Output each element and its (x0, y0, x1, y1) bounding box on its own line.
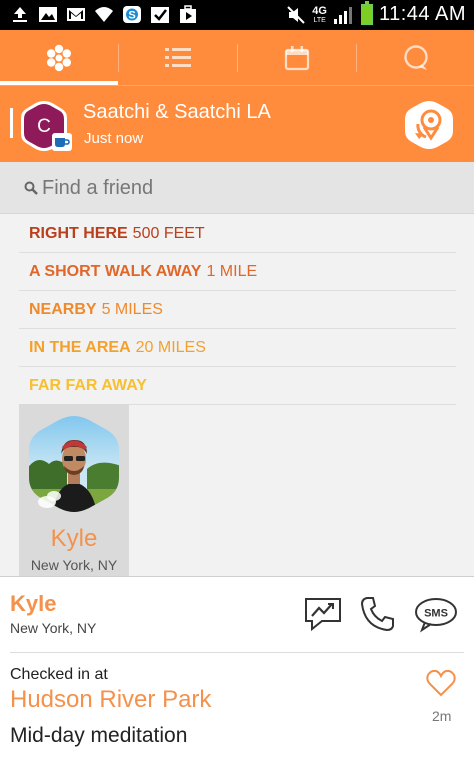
distance-value: 5 MILES (101, 300, 163, 318)
wifi-icon (95, 7, 113, 22)
play-store-icon (180, 5, 196, 23)
chat-icon (404, 44, 428, 70)
heart-icon[interactable] (426, 669, 456, 697)
distance-filter-list: RIGHT HERE 500 FEET A SHORT WALK AWAY 1 … (19, 215, 456, 405)
current-location-header: C Saatchi & Saatchi LA Just now (0, 85, 474, 162)
mute-icon (287, 5, 305, 24)
checkin-place[interactable]: Hudson River Park (10, 686, 211, 714)
location-pin-icon (405, 101, 453, 149)
gmail-icon (67, 8, 85, 21)
distance-row-nearby[interactable]: NEARBY 5 MILES (19, 291, 456, 329)
upload-icon (13, 7, 27, 22)
sms-icon[interactable]: SMS (413, 595, 459, 633)
friend-photo (29, 416, 119, 512)
selected-friend-location: New York, NY (10, 620, 97, 636)
friend-card[interactable]: Kyle New York, NY (19, 404, 129, 576)
distance-row-far-away[interactable]: FAR FAR AWAY (19, 367, 456, 405)
tab-list[interactable] (119, 30, 237, 85)
checkbox-icon (151, 7, 169, 23)
distance-row-in-the-area[interactable]: IN THE AREA 20 MILES (19, 329, 456, 367)
coffee-cup-icon (52, 133, 72, 151)
svg-text:C: C (37, 116, 51, 137)
venue-avatar[interactable]: C (20, 100, 72, 152)
skype-icon: S (123, 6, 141, 23)
signal-icon (333, 6, 352, 24)
search-bar (0, 162, 474, 214)
selected-friend-name: Kyle (10, 591, 57, 616)
tab-calendar[interactable] (238, 30, 356, 85)
status-bar: S 4G LTE 11:44 AM (0, 0, 474, 30)
messenger-icon[interactable] (302, 595, 344, 633)
distance-row-short-walk[interactable]: A SHORT WALK AWAY 1 MILE (19, 253, 456, 291)
checked-in-label: Checked in at (10, 666, 108, 683)
venue-title: Saatchi & Saatchi LA (83, 101, 271, 123)
tab-friends[interactable] (0, 30, 118, 85)
phone-icon[interactable] (357, 595, 399, 633)
distance-row-right-here[interactable]: RIGHT HERE 500 FEET (19, 215, 456, 253)
header-indicator (10, 108, 13, 138)
svg-text:S: S (128, 10, 135, 22)
battery-icon (360, 1, 373, 25)
distance-value: 1 MILE (206, 262, 258, 280)
friend-detail-panel: Kyle New York, NY SMS Checked in at Huds… (0, 576, 474, 758)
flower-icon (47, 44, 71, 71)
distance-label: IN THE AREA (29, 338, 131, 356)
panel-divider (10, 652, 464, 653)
distance-label: A SHORT WALK AWAY (29, 262, 202, 280)
tab-bar (0, 30, 474, 85)
search-input[interactable] (42, 174, 442, 202)
distance-value: 20 MILES (135, 338, 206, 356)
svg-text:SMS: SMS (424, 608, 448, 620)
search-icon (24, 181, 38, 195)
tab-chat[interactable] (357, 30, 474, 85)
distance-label: FAR FAR AWAY (29, 376, 147, 394)
calendar-icon (284, 45, 310, 70)
distance-value: 500 FEET (132, 224, 205, 242)
network-indicator: 4G LTE (312, 4, 327, 24)
clock: 11:44 AM (378, 3, 466, 25)
list-icon (165, 47, 191, 67)
distance-label: NEARBY (29, 300, 97, 318)
venue-timestamp: Just now (84, 130, 144, 147)
checkin-time: 2m (432, 708, 452, 724)
check-in-button[interactable] (404, 100, 454, 150)
friend-location: New York, NY (30, 557, 118, 573)
friend-name: Kyle (50, 525, 98, 552)
distance-label: RIGHT HERE (29, 224, 128, 242)
image-icon (39, 7, 57, 22)
checkin-note: Mid-day meditation (10, 724, 188, 747)
